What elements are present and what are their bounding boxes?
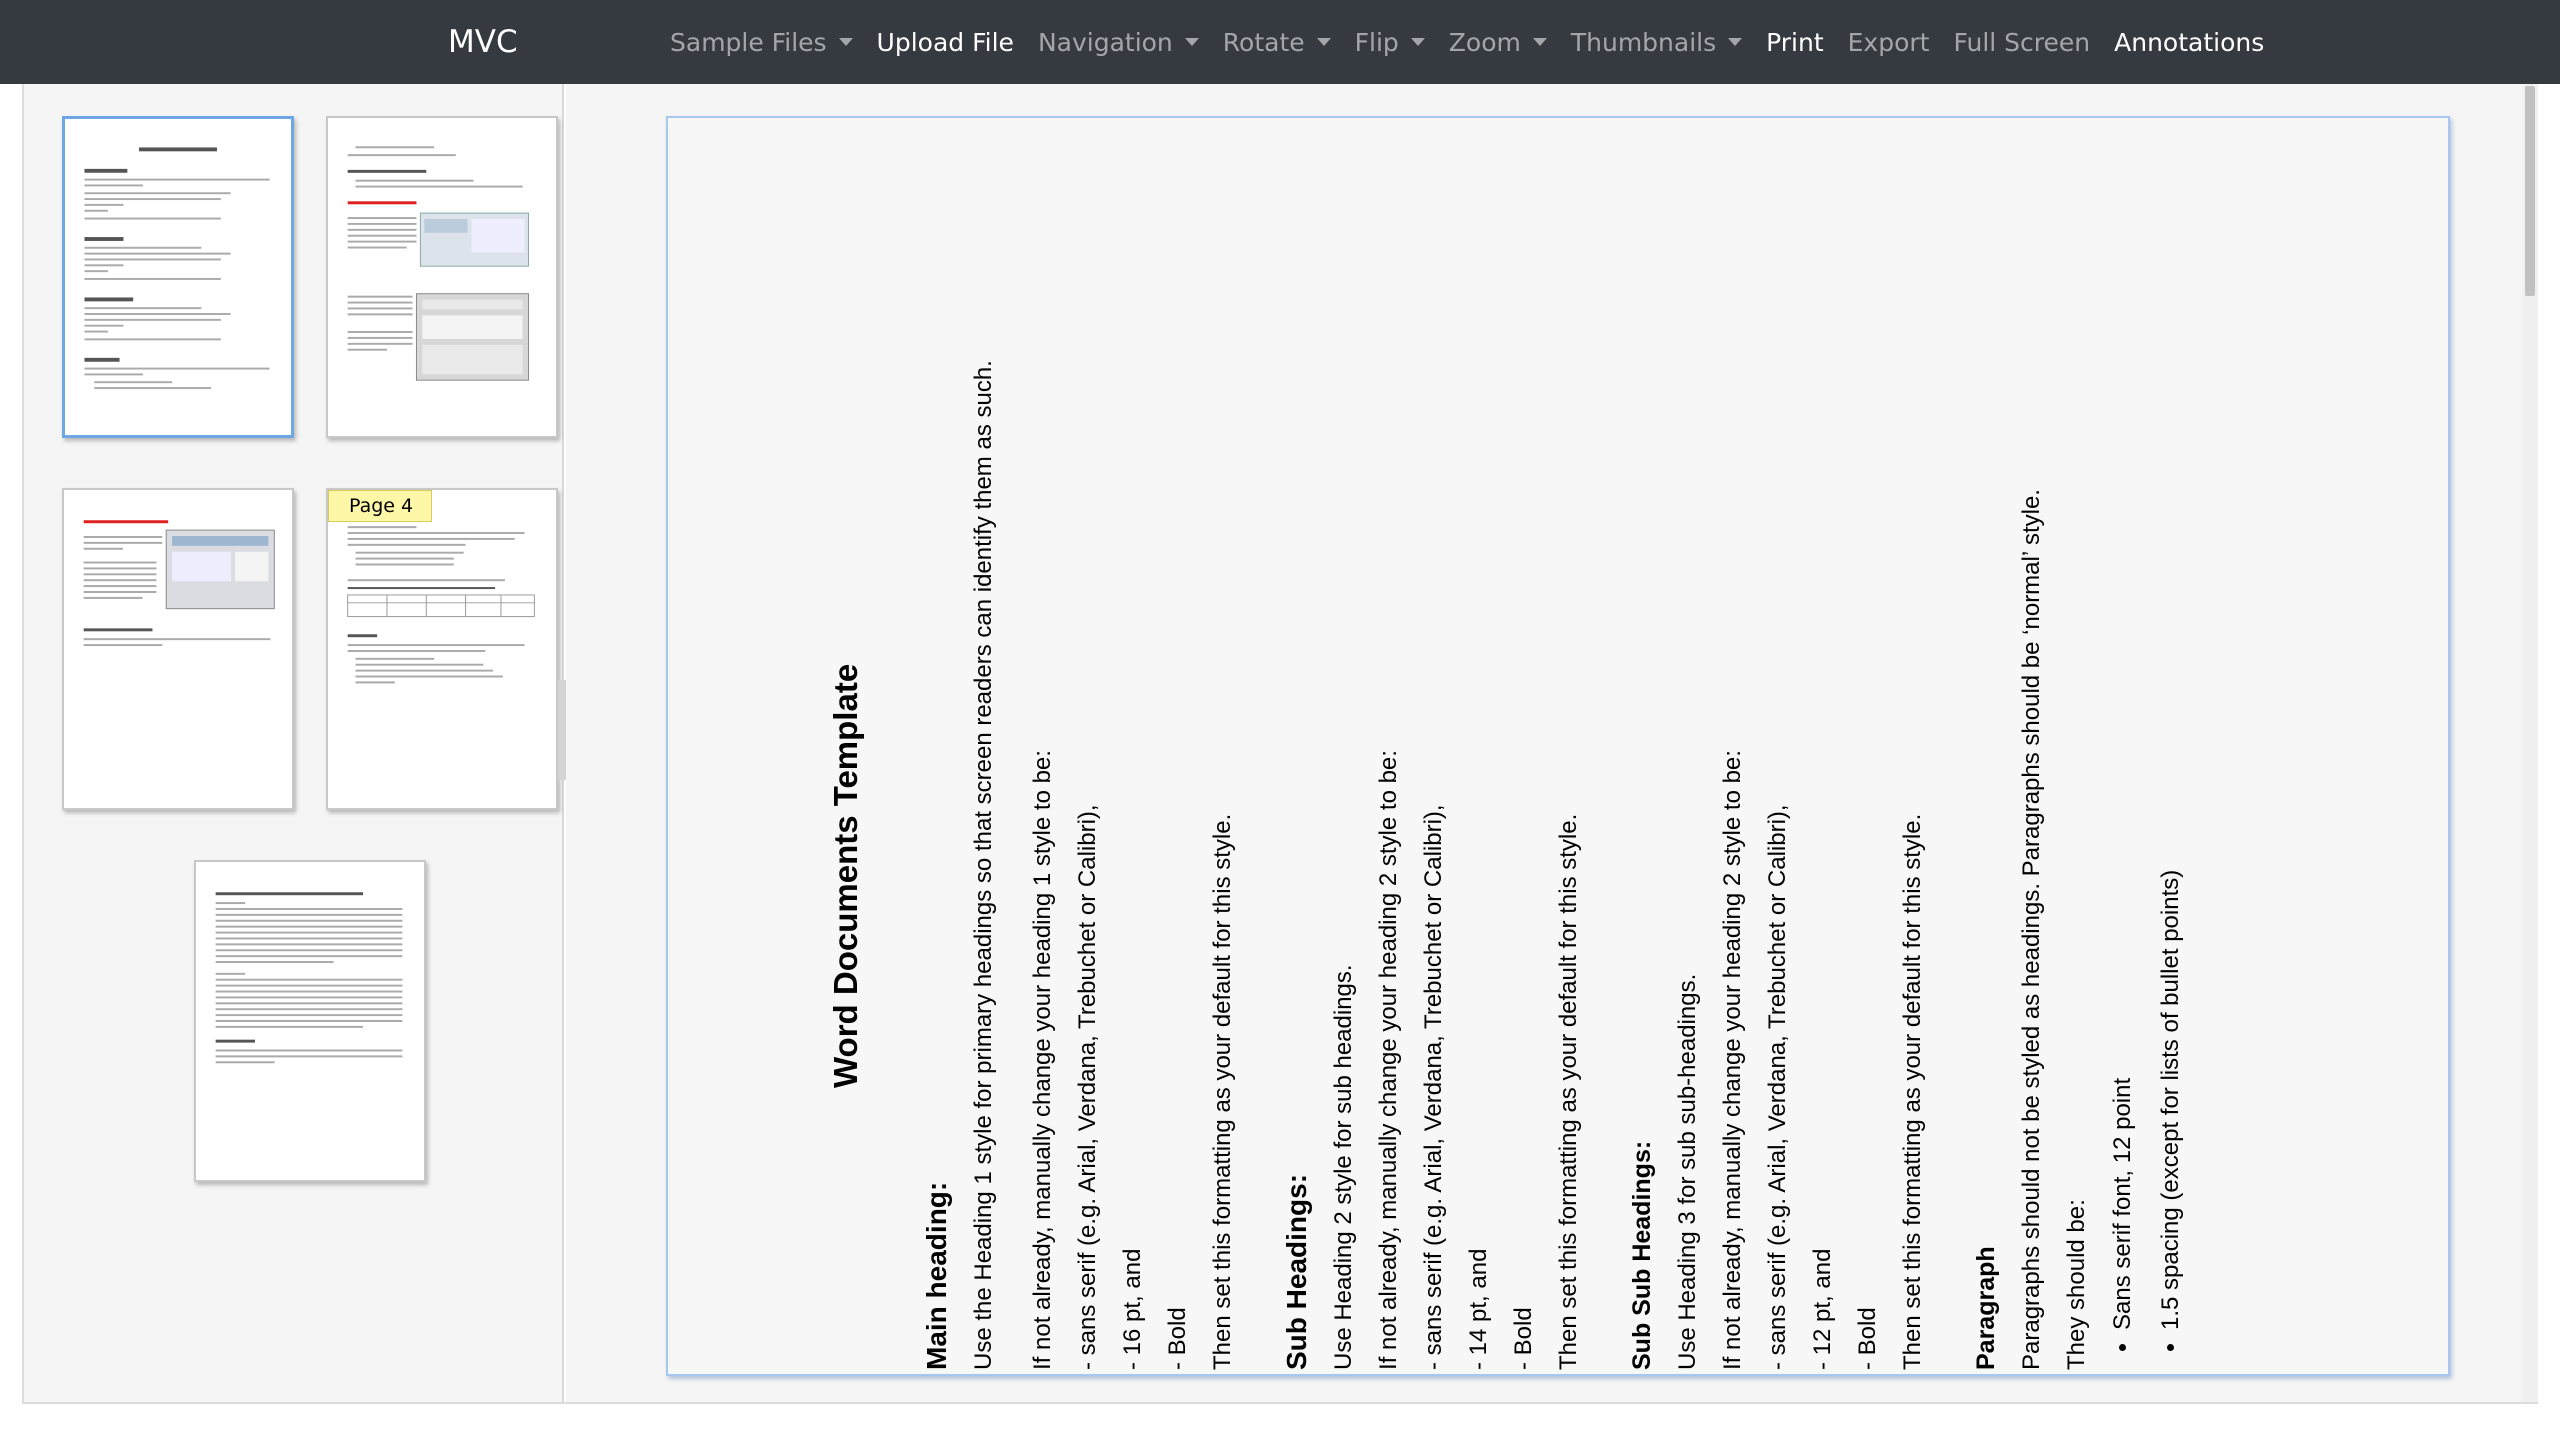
nav-thumbnails-label: Thumbnails xyxy=(1570,27,1717,57)
thumbnail-page-2[interactable] xyxy=(326,116,558,438)
paragraph-paragraph-1: Paragraphs should not be styled as headi… xyxy=(2018,489,2045,1370)
chevron-down-icon xyxy=(1316,38,1331,46)
subsub-heading: Sub Sub Headings: xyxy=(1628,1140,1656,1370)
nav-rotate-label: Rotate xyxy=(1222,27,1305,57)
scrollbar-thumb[interactable] xyxy=(2525,86,2535,296)
nav-rotate[interactable]: Rotate xyxy=(1223,28,1331,57)
chevron-down-icon xyxy=(838,38,853,46)
main-font-line: - sans serif (e.g. Arial, Verdana, Trebu… xyxy=(1074,804,1101,1370)
list-item: 1.5 spacing (except for lists of bullet … xyxy=(2147,118,2195,1330)
thumbnail-page-3[interactable] xyxy=(62,488,294,810)
main-bold-line: - Bold xyxy=(1164,1307,1191,1370)
thumbnail-sidebar[interactable]: Page 4 xyxy=(24,84,564,1402)
subsub-default-line: Then set this formatting as your default… xyxy=(1899,813,1926,1370)
document-page-1[interactable]: Word Documents Template Main heading: Us… xyxy=(666,116,2450,1376)
nav-flip-label: Flip xyxy=(1354,27,1399,57)
paragraph-paragraph-2: They should be: xyxy=(2063,1199,2090,1370)
main-paragraph-1: Use the Heading 1 style for primary head… xyxy=(970,360,997,1370)
top-navbar: MVC Sample Files Upload File Navigation … xyxy=(0,0,2560,84)
nav-sample-files-label: Sample Files xyxy=(670,27,827,57)
nav-zoom-label: Zoom xyxy=(1448,27,1521,57)
sub-paragraph-1: Use Heading 2 style for sub headings. xyxy=(1330,964,1357,1370)
sub-default-line: Then set this formatting as your default… xyxy=(1555,813,1582,1370)
nav-export[interactable]: Export xyxy=(1848,28,1930,57)
sub-font-line: - sans serif (e.g. Arial, Verdana, Trebu… xyxy=(1420,804,1447,1370)
thumbnail-page-3-preview xyxy=(83,520,275,647)
main-heading: Main heading: xyxy=(921,1181,952,1370)
document-title: Word Documents Template xyxy=(827,663,864,1088)
main-default-line: Then set this formatting as your default… xyxy=(1209,813,1236,1370)
nav-annotations[interactable]: Annotations xyxy=(2114,28,2264,57)
nav-print[interactable]: Print xyxy=(1766,28,1824,57)
nav-navigation-label: Navigation xyxy=(1037,27,1173,57)
chevron-down-icon xyxy=(1532,38,1547,46)
document-scrollbar[interactable] xyxy=(2522,84,2538,1402)
page-content-rotated: Word Documents Template Main heading: Us… xyxy=(668,118,2448,1374)
paragraph-heading: Paragraph xyxy=(1972,1246,2000,1370)
subsub-paragraph-1: Use Heading 3 for sub sub-headings. xyxy=(1674,973,1701,1370)
subsub-font-line: - sans serif (e.g. Arial, Verdana, Trebu… xyxy=(1764,804,1791,1370)
main-size-line: - 16 pt, and xyxy=(1119,1248,1146,1370)
paragraph-bullet-list: Sans serif font, 12 point 1.5 spacing (e… xyxy=(2099,118,2195,1330)
chevron-down-icon xyxy=(1410,38,1425,46)
thumbnail-page-2-preview xyxy=(347,146,529,381)
main-paragraph-2: If not already, manually change your hea… xyxy=(1029,750,1056,1370)
nav-flip[interactable]: Flip xyxy=(1355,28,1425,57)
nav-export-label: Export xyxy=(1847,27,1930,57)
thumbnail-page-5-preview xyxy=(215,892,403,1064)
thumbnail-page-4-preview xyxy=(347,526,535,684)
nav-full-screen-label: Full Screen xyxy=(1953,27,2091,57)
nav-zoom[interactable]: Zoom xyxy=(1449,28,1547,57)
nav-upload-file[interactable]: Upload File xyxy=(877,28,1014,57)
subsub-bold-line: - Bold xyxy=(1854,1307,1881,1370)
chevron-down-icon xyxy=(1184,38,1199,46)
brand-logo[interactable]: MVC xyxy=(448,24,518,60)
thumbnail-page-1[interactable] xyxy=(62,116,294,438)
thumbnail-page-4[interactable]: Page 4 xyxy=(326,488,558,810)
thumbnail-page-1-preview xyxy=(84,147,270,390)
sub-bold-line: - Bold xyxy=(1510,1307,1537,1370)
subsub-size-line: - 12 pt, and xyxy=(1809,1248,1836,1370)
sub-heading: Sub Headings: xyxy=(1281,1173,1312,1370)
nav-navigation[interactable]: Navigation xyxy=(1038,28,1199,57)
subsub-paragraph-2: If not already, manually change your hea… xyxy=(1719,750,1746,1370)
sub-size-line: - 14 pt, and xyxy=(1465,1248,1492,1370)
nav-upload-file-label: Upload File xyxy=(876,27,1014,57)
chevron-down-icon xyxy=(1728,38,1743,46)
page-number-tooltip: Page 4 xyxy=(328,490,433,522)
sub-paragraph-2: If not already, manually change your hea… xyxy=(1375,750,1402,1370)
nav-print-label: Print xyxy=(1766,27,1824,57)
nav-full-screen[interactable]: Full Screen xyxy=(1953,28,2090,57)
nav-thumbnails[interactable]: Thumbnails xyxy=(1570,27,1743,57)
nav-menu: Sample Files Upload File Navigation Rota… xyxy=(670,0,2288,84)
nav-sample-files[interactable]: Sample Files xyxy=(670,28,853,57)
nav-annotations-label: Annotations xyxy=(2114,27,2265,57)
thumbnail-page-5[interactable] xyxy=(194,860,426,1182)
list-item: Sans serif font, 12 point xyxy=(2099,118,2147,1330)
